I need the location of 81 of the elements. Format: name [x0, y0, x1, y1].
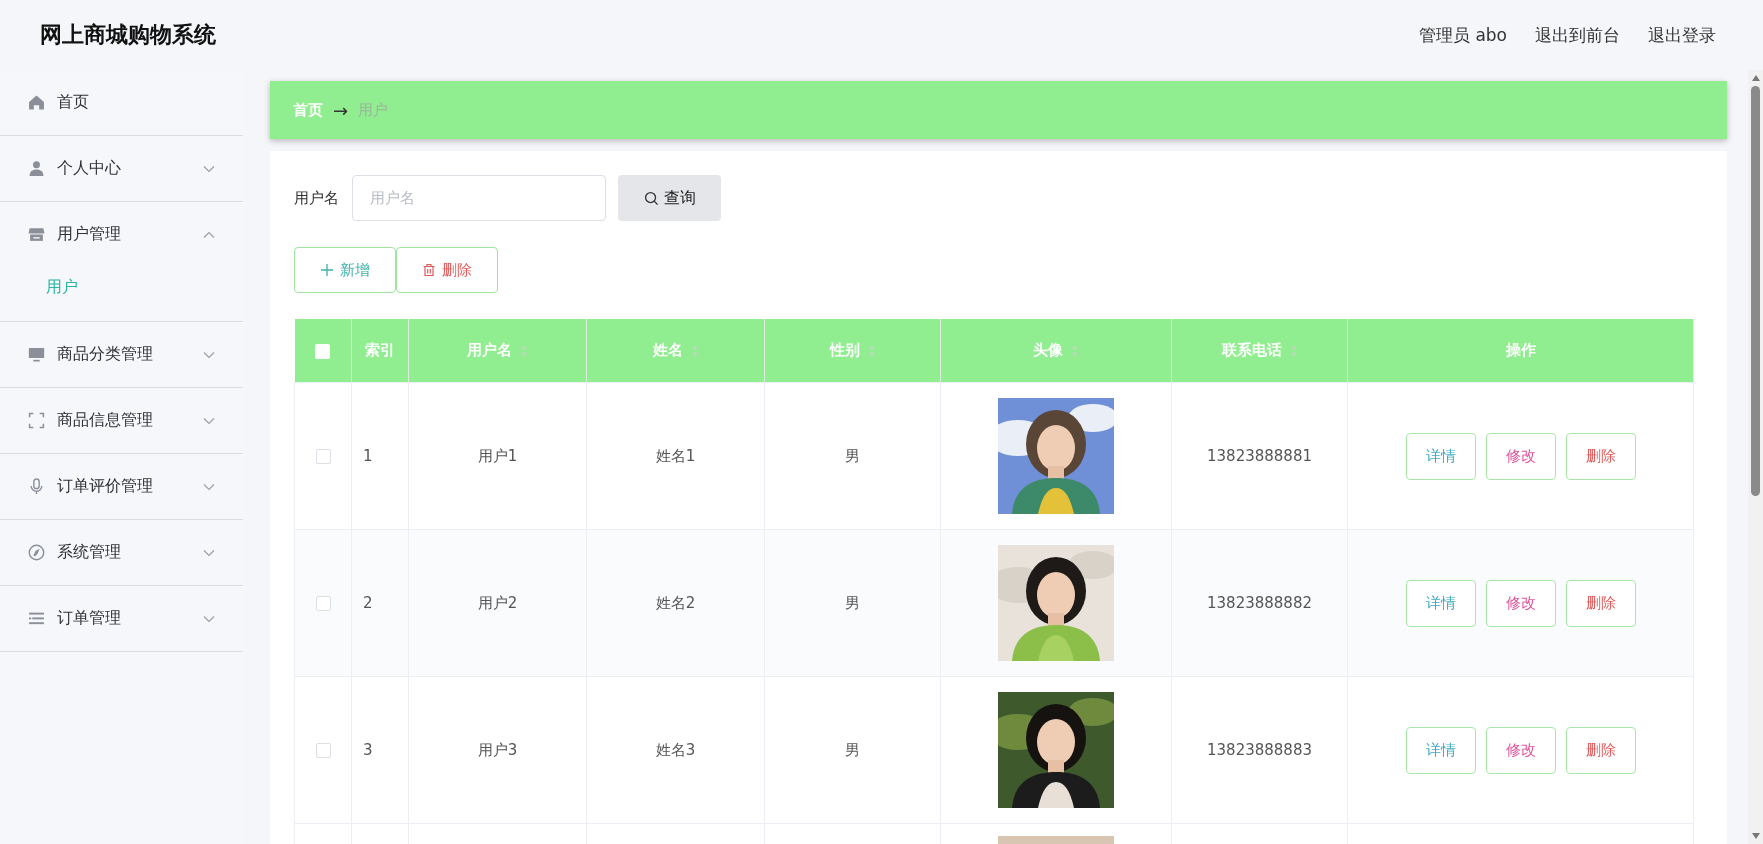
- search-icon: [643, 190, 659, 206]
- column-header: 姓名: [652, 341, 683, 360]
- menu-item[interactable]: 商品分类管理: [0, 322, 243, 387]
- scroll-down-icon[interactable]: [1751, 833, 1760, 839]
- column-header: 用户名: [467, 341, 512, 360]
- store-icon: [28, 226, 45, 243]
- table-cell: 2: [363, 594, 373, 612]
- header-link[interactable]: 退出到前台: [1535, 23, 1620, 47]
- field-label: 用户名: [294, 188, 339, 208]
- row-checkbox[interactable]: [315, 596, 331, 611]
- plus-icon: [320, 263, 334, 277]
- chevron-up-icon: [203, 230, 215, 239]
- sort-icon[interactable]: [1289, 343, 1298, 358]
- row-checkbox[interactable]: [315, 449, 331, 464]
- home-icon: [28, 94, 45, 111]
- table-cell: 姓名1: [655, 446, 696, 465]
- list-icon: [28, 610, 45, 627]
- menu-item[interactable]: 个人中心: [0, 136, 243, 201]
- table-cell: 姓名3: [655, 740, 696, 759]
- table-cell: 13823888881: [1207, 447, 1312, 465]
- column-header: 索引: [365, 341, 395, 360]
- menu-item[interactable]: 订单管理: [0, 586, 243, 651]
- delete-button[interactable]: 删除: [1565, 726, 1636, 774]
- trash-icon: [422, 263, 436, 277]
- details-button[interactable]: 详情: [1405, 726, 1476, 774]
- search-button[interactable]: 查询: [618, 175, 721, 221]
- chevron-down-icon: [203, 482, 215, 491]
- header-link[interactable]: 退出登录: [1648, 23, 1716, 47]
- scrollbar[interactable]: [1748, 70, 1763, 844]
- column-header: 联系电话: [1221, 341, 1282, 360]
- app-title: 网上商城购物系统: [40, 21, 216, 49]
- table-cell: 1: [363, 447, 373, 465]
- column-header: 性别: [829, 341, 860, 360]
- table-cell: 3: [363, 741, 373, 759]
- submenu-item[interactable]: 用户: [0, 267, 88, 307]
- select-all-checkbox[interactable]: [315, 343, 331, 359]
- chevron-down-icon: [203, 416, 215, 425]
- table-cell: 男: [845, 446, 860, 465]
- scroll-up-icon[interactable]: [1751, 75, 1760, 81]
- column-header: 操作: [1505, 341, 1536, 360]
- scrollbar-thumb[interactable]: [1751, 86, 1760, 496]
- username-search-field[interactable]: 用户名: [352, 175, 606, 221]
- table-cell: 用户3: [477, 740, 518, 759]
- table-cell: 13823888883: [1207, 741, 1312, 759]
- sort-icon[interactable]: [690, 343, 699, 358]
- menu-item[interactable]: 商品信息管理: [0, 388, 243, 453]
- menu-item[interactable]: 首页: [0, 70, 243, 135]
- header-link[interactable]: 管理员 abo: [1419, 23, 1507, 47]
- microphone-icon: [28, 478, 45, 495]
- sort-icon[interactable]: [867, 343, 876, 358]
- details-button[interactable]: 详情: [1405, 432, 1476, 480]
- details-button[interactable]: 详情: [1405, 579, 1476, 627]
- sort-icon[interactable]: [1071, 343, 1079, 358]
- table-cell: 男: [845, 740, 860, 759]
- column-header: 头像: [1033, 341, 1063, 360]
- user-icon: [28, 160, 45, 177]
- sort-icon[interactable]: [520, 343, 528, 358]
- chevron-down-icon: [203, 164, 215, 173]
- edit-button[interactable]: 修改: [1485, 726, 1556, 774]
- chevron-down-icon: [203, 548, 215, 557]
- table-cell: 姓名2: [655, 593, 696, 612]
- compass-icon: [28, 544, 45, 561]
- menu-item[interactable]: 订单评价管理: [0, 454, 243, 519]
- delete-button[interactable]: 删除: [396, 247, 498, 293]
- row-checkbox[interactable]: [315, 743, 331, 758]
- delete-button[interactable]: 删除: [1565, 432, 1636, 480]
- table-cell: 男: [845, 593, 860, 612]
- table-cell: 13823888882: [1207, 594, 1312, 612]
- delete-button[interactable]: 删除: [1565, 579, 1636, 627]
- menu-item[interactable]: 系统管理: [0, 520, 243, 585]
- edit-button[interactable]: 修改: [1485, 579, 1556, 627]
- monitor-icon: [28, 346, 45, 363]
- breadcrumb-separator: →: [333, 99, 349, 121]
- chevron-down-icon: [203, 614, 215, 623]
- frame-icon: [28, 412, 45, 429]
- menu-item[interactable]: 用户管理: [0, 202, 243, 267]
- add-button[interactable]: 新增: [294, 247, 396, 293]
- edit-button[interactable]: 修改: [1485, 432, 1556, 480]
- table-cell: 用户2: [477, 593, 518, 612]
- table-cell: 用户1: [477, 446, 518, 465]
- chevron-down-icon: [203, 350, 215, 359]
